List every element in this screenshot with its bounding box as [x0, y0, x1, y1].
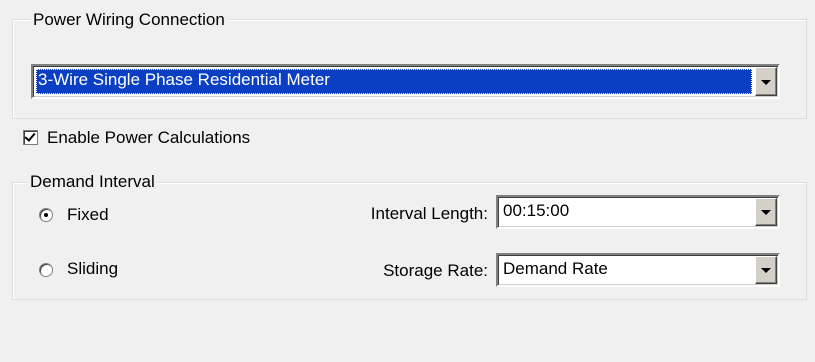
chevron-down-icon	[761, 268, 771, 273]
storage-rate-label: Storage Rate:	[383, 261, 488, 280]
power-wiring-dropdown-button[interactable]	[755, 67, 777, 96]
sliding-radio[interactable]	[39, 263, 53, 277]
interval-length-dropdown-button[interactable]	[755, 198, 777, 226]
checkmark-icon	[24, 130, 36, 142]
enable-power-checkbox[interactable]	[23, 130, 38, 145]
fixed-radio-label[interactable]: Fixed	[67, 205, 109, 225]
storage-rate-value: Demand Rate	[503, 259, 608, 278]
demand-interval-group-title: Demand Interval	[27, 172, 158, 192]
storage-rate-select[interactable]: Demand Rate	[496, 253, 780, 287]
interval-length-select[interactable]: 00:15:00	[496, 195, 780, 229]
power-wiring-select[interactable]: 3-Wire Single Phase Residential Meter	[31, 64, 780, 99]
power-wiring-select-value: 3-Wire Single Phase Residential Meter	[36, 69, 752, 94]
interval-length-value: 00:15:00	[503, 201, 570, 220]
radio-dot-icon	[44, 213, 48, 217]
sliding-radio-label[interactable]: Sliding	[67, 259, 118, 279]
power-wiring-group-title: Power Wiring Connection	[30, 10, 228, 30]
enable-power-label[interactable]: Enable Power Calculations	[47, 128, 250, 148]
fixed-radio[interactable]	[39, 208, 53, 222]
chevron-down-icon	[761, 210, 771, 215]
chevron-down-icon	[761, 79, 771, 85]
interval-length-label: Interval Length:	[370, 204, 488, 223]
storage-rate-dropdown-button[interactable]	[755, 256, 777, 284]
